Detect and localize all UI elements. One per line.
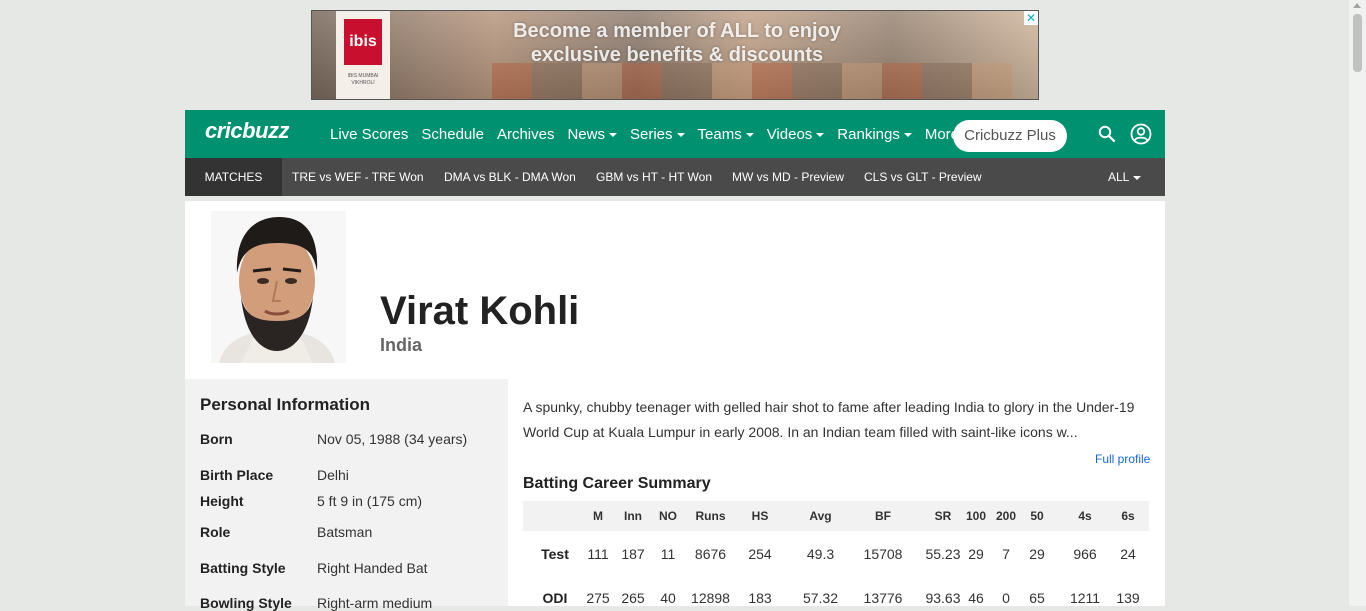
table-cell: 13776 <box>863 590 903 606</box>
table-cell: 1211 <box>1069 590 1101 606</box>
table-cell: 55.23 <box>925 546 961 562</box>
player-profile: Virat Kohli India Personal Information B… <box>185 201 1165 611</box>
column-header: NO <box>659 509 677 523</box>
nav-item-rankings[interactable]: Rankings <box>837 126 912 143</box>
column-header: HS <box>751 509 769 523</box>
nav-item-series[interactable]: Series <box>630 126 685 143</box>
column-header: 50 <box>1030 509 1044 523</box>
table-cell: 254 <box>748 546 772 562</box>
column-header: SR <box>934 509 952 523</box>
table-cell: 24 <box>1120 546 1136 562</box>
table-cell: 187 <box>621 546 645 562</box>
column-header: Inn <box>624 509 642 523</box>
nav-item-news[interactable]: News <box>567 126 617 143</box>
nav-item-videos[interactable]: Videos <box>767 126 825 143</box>
table-cell: 15708 <box>863 546 903 562</box>
format-label: ODI <box>542 590 568 606</box>
player-bio: A spunky, chubby teenager with gelled ha… <box>523 399 1135 440</box>
chevron-down-icon <box>608 132 617 137</box>
player-name: Virat Kohli <box>380 289 580 333</box>
nav-item-schedule[interactable]: Schedule <box>421 126 484 143</box>
match-strip: MATCHES TRE vs WEF - TRE Won DMA vs BLK … <box>185 158 1165 196</box>
cricbuzz-logo[interactable]: cricbuzz <box>205 118 290 144</box>
table-cell: 11 <box>660 546 676 562</box>
chevron-down-icon <box>903 132 912 137</box>
search-icon[interactable] <box>1097 124 1117 144</box>
personal-information-title: Personal Information <box>200 395 371 414</box>
table-cell: 29 <box>1029 546 1045 562</box>
table-cell: 29 <box>968 546 984 562</box>
chevron-down-icon <box>745 132 754 137</box>
batting-summary-title: Batting Career Summary <box>523 475 711 492</box>
column-header: 6s <box>1121 509 1135 523</box>
table-cell: 46 <box>968 590 984 606</box>
table-cell: 8676 <box>694 546 727 562</box>
table-cell: 12898 <box>691 590 730 606</box>
table-cell: 111 <box>587 546 609 562</box>
user-circle-icon[interactable] <box>1130 123 1152 145</box>
main-header: cricbuzz Live Scores Schedule Archives News… <box>185 110 1165 158</box>
matches-tab[interactable]: MATCHES <box>185 158 282 196</box>
main-nav: Live Scores Schedule Archives News Series Tea… <box>330 110 984 158</box>
cricbuzz-plus-button[interactable]: Cricbuzz Plus <box>953 120 1067 152</box>
column-header: 4s <box>1078 509 1092 523</box>
match-link[interactable]: MW vs MD - Preview <box>732 158 844 196</box>
chevron-down-icon <box>676 132 685 137</box>
table-cell: 275 <box>586 590 610 606</box>
column-header: Avg <box>809 509 832 523</box>
table-cell: 139 <box>1116 590 1140 606</box>
ad-headline: Become a member of ALL to enjoy exclusiv… <box>513 20 841 66</box>
column-header: Runs <box>695 509 726 523</box>
table-header: M Inn NO Runs HS Avg BF SR 100 200 50 4s 6s <box>523 501 1149 531</box>
scroll-up-icon[interactable] <box>1353 3 1361 8</box>
chevron-down-icon <box>816 132 825 137</box>
match-link[interactable]: DMA vs BLK - DMA Won <box>444 158 576 196</box>
table-cell: 183 <box>748 590 772 606</box>
ad-close-icon[interactable]: ✕ <box>1024 11 1038 25</box>
table-cell: 265 <box>621 590 645 606</box>
column-header: 100 <box>965 509 987 523</box>
all-matches-dropdown[interactable]: ALL <box>1108 158 1142 196</box>
table-cell: 49.3 <box>806 546 835 562</box>
ibis-logo: ibis IBIS MUMBAI VIKHROLI <box>336 11 390 99</box>
player-photo <box>211 211 346 363</box>
match-link[interactable]: CLS vs GLT - Preview <box>864 158 982 196</box>
table-cell: 7 <box>1002 546 1010 562</box>
page-scrollbar[interactable] <box>1349 0 1366 606</box>
table-cell: 0 <box>1002 590 1010 606</box>
personal-information-panel: Personal Information Born Nov 05, 1988 (… <box>185 379 508 611</box>
chevron-down-icon <box>1133 175 1142 180</box>
nav-item-teams[interactable]: Teams <box>698 126 754 143</box>
scrollbar-thumb[interactable] <box>1353 14 1362 72</box>
column-header: BF <box>875 509 891 523</box>
ad-banner[interactable]: ibis IBIS MUMBAI VIKHROLI Become a membe… <box>311 10 1039 100</box>
column-header: M <box>593 509 603 523</box>
match-link[interactable]: GBM vs HT - HT Won <box>596 158 712 196</box>
player-country: India <box>380 335 423 355</box>
format-label: Test <box>541 546 569 562</box>
nav-item-archives[interactable]: Archives <box>497 126 555 143</box>
full-profile-link[interactable]: Full profile <box>1095 452 1150 466</box>
table-cell: 966 <box>1073 546 1097 562</box>
table-cell: 40 <box>660 590 676 606</box>
table-cell: 65 <box>1029 590 1045 606</box>
nav-item-live-scores[interactable]: Live Scores <box>330 126 408 143</box>
table-cell: 57.32 <box>802 590 839 606</box>
table-cell: 93.63 <box>925 590 961 606</box>
match-link[interactable]: TRE vs WEF - TRE Won <box>292 158 424 196</box>
column-header: 200 <box>995 509 1017 523</box>
